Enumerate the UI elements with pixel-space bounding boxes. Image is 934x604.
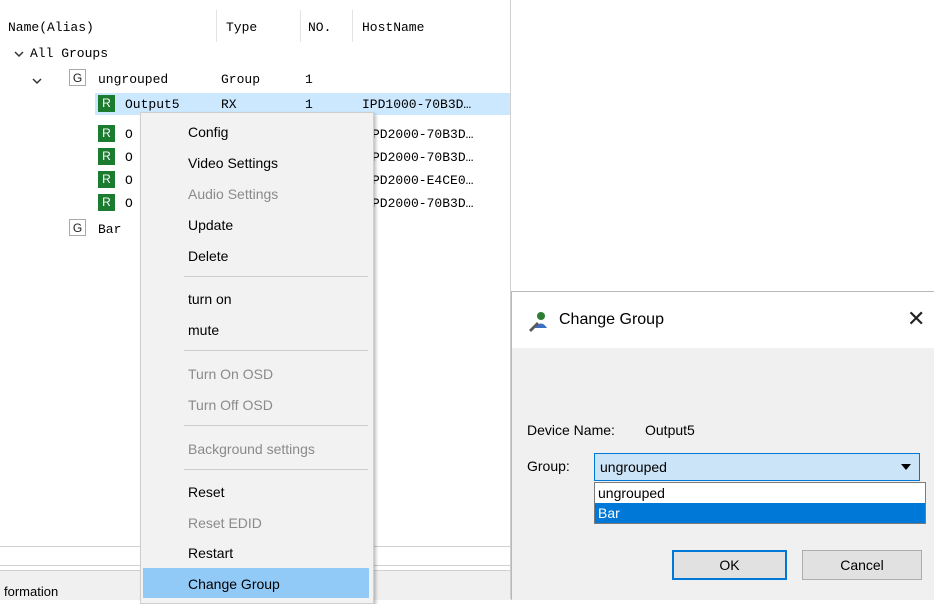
menu-item-mute[interactable]: mute [188, 322, 219, 338]
column-separator[interactable] [216, 10, 217, 42]
tree-column-header: Name(Alias) Type NO. HostName [0, 0, 510, 42]
menu-item-audio-settings[interactable]: Audio Settings [188, 186, 278, 202]
menu-item-turn-on-osd[interactable]: Turn On OSD [188, 366, 273, 382]
close-icon[interactable]: ✕ [907, 306, 925, 332]
menu-item-delete[interactable]: Delete [188, 248, 228, 264]
chevron-down-icon[interactable] [32, 74, 42, 88]
receiver-badge-icon: R [98, 125, 115, 142]
column-separator[interactable] [300, 10, 301, 42]
menu-item-restart[interactable]: Restart [188, 545, 233, 561]
chevron-down-icon[interactable] [14, 47, 24, 61]
device-name-output5[interactable]: Output5 [125, 97, 180, 112]
device-hostname: PD2000-70B3D… [372, 127, 474, 142]
column-separator[interactable] [352, 10, 353, 42]
group-select[interactable]: ungrouped [594, 453, 920, 481]
tree-group-bar[interactable]: Bar [98, 222, 121, 237]
receiver-badge-icon: R [98, 95, 115, 112]
menu-separator [184, 425, 368, 426]
column-type[interactable]: Type [226, 20, 257, 35]
device-type: RX [221, 97, 237, 112]
dropdown-option-bar[interactable]: Bar [595, 503, 925, 523]
tree-group-ungrouped[interactable]: ungrouped [98, 72, 168, 87]
dropdown-arrow-icon[interactable] [901, 464, 911, 470]
device-name[interactable]: O [125, 196, 133, 211]
device-name-value: Output5 [645, 422, 695, 438]
device-hostname: PD2000-70B3D… [372, 196, 474, 211]
menu-item-video-settings[interactable]: Video Settings [188, 155, 278, 171]
menu-item-change-group[interactable]: Change Group [188, 576, 280, 592]
tree-root-all-groups[interactable]: All Groups [30, 46, 108, 61]
dialog-title: Change Group [559, 311, 664, 328]
group-select-value: ungrouped [600, 459, 667, 475]
change-group-icon [527, 310, 549, 332]
device-name[interactable]: O [125, 127, 133, 142]
column-hostname[interactable]: HostName [362, 20, 424, 35]
menu-item-background-settings[interactable]: Background settings [188, 441, 315, 457]
device-hostname: PD2000-E4CE0… [372, 173, 474, 188]
change-group-dialog: Change Group ✕ Device Name: Output5 Grou… [511, 291, 934, 600]
menu-item-reset-edid[interactable]: Reset EDID [188, 515, 262, 531]
dialog-title-bar[interactable]: Change Group ✕ [512, 292, 934, 348]
menu-separator [184, 350, 368, 351]
group-dropdown-list: ungrouped Bar [594, 482, 926, 524]
group-label: Group: [527, 458, 570, 474]
receiver-badge-icon: R [98, 194, 115, 211]
device-name[interactable]: O [125, 150, 133, 165]
device-hostname: PD2000-70B3D… [372, 150, 474, 165]
receiver-badge-icon: R [98, 148, 115, 165]
menu-separator [184, 469, 368, 470]
context-menu: Config Video Settings Audio Settings Upd… [140, 112, 374, 604]
menu-item-config[interactable]: Config [188, 124, 228, 140]
tab-information[interactable]: formation [4, 584, 58, 599]
column-no[interactable]: NO. [308, 20, 331, 35]
group-badge-icon: G [69, 69, 86, 86]
device-no: 1 [305, 97, 313, 112]
menu-item-update[interactable]: Update [188, 217, 233, 233]
device-name-label: Device Name: [527, 422, 615, 438]
menu-item-turn-off-osd[interactable]: Turn Off OSD [188, 397, 273, 413]
tree-group-type: Group [221, 72, 261, 87]
group-badge-icon: G [69, 219, 86, 236]
tree-group-no: 1 [305, 72, 313, 87]
menu-item-reset[interactable]: Reset [188, 484, 225, 500]
menu-separator [184, 276, 368, 277]
dropdown-option-ungrouped[interactable]: ungrouped [595, 483, 925, 503]
ok-button[interactable]: OK [672, 550, 787, 580]
cancel-button[interactable]: Cancel [802, 550, 922, 580]
column-name-alias[interactable]: Name(Alias) [8, 20, 94, 35]
receiver-badge-icon: R [98, 171, 115, 188]
device-name[interactable]: O [125, 173, 133, 188]
device-hostname: IPD1000-70B3D… [362, 97, 472, 112]
menu-item-turn-on[interactable]: turn on [188, 291, 232, 307]
